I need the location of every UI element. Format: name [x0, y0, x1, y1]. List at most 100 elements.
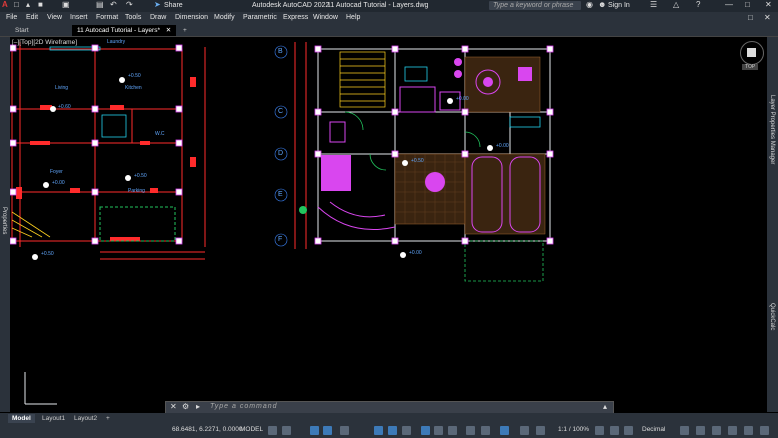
room-label-wc: W.C: [155, 131, 165, 137]
coordinates-readout[interactable]: 68.6481, 6.2271, 0.0000: [172, 426, 242, 433]
lineweight-icon[interactable]: [402, 426, 411, 435]
grid-label-d: D: [278, 150, 284, 157]
annotation-scale[interactable]: 1:1 / 100%: [558, 426, 589, 433]
level-text: +0.50: [411, 158, 424, 164]
new-file-icon[interactable]: □: [14, 0, 19, 10]
model-space-toggle[interactable]: MODEL: [240, 426, 263, 433]
object-snap-tracking-icon[interactable]: [374, 426, 383, 435]
annotation-visibility-icon[interactable]: [520, 426, 529, 435]
level-text: +0.00: [456, 96, 469, 102]
units-dropdown[interactable]: Decimal: [642, 426, 665, 433]
selection-filter-icon[interactable]: [481, 426, 490, 435]
restore-doc-icon[interactable]: □: [748, 13, 753, 23]
polar-icon[interactable]: [323, 426, 332, 435]
units-icon[interactable]: [624, 426, 633, 435]
title-bar: A □ ▴ ■ ▣ ▤ ↶ ↷ ➤ Share Autodesk AutoCAD…: [0, 0, 778, 12]
level-text: +0.50: [41, 251, 54, 257]
save-as-icon[interactable]: ▣: [62, 0, 70, 10]
menu-window[interactable]: Window: [313, 14, 338, 21]
viewport-controls-label[interactable]: [–][Top][2D Wireframe]: [12, 39, 77, 46]
redo-icon[interactable]: ↷: [126, 0, 133, 10]
tab-layout2[interactable]: Layout2: [70, 414, 101, 423]
gizmo-icon[interactable]: [500, 426, 509, 435]
lock-ui-icon[interactable]: [696, 426, 705, 435]
command-close-icon[interactable]: ✕: [170, 402, 177, 412]
left-palette-strip: Properties: [0, 37, 10, 412]
menu-help[interactable]: Help: [346, 14, 360, 21]
open-file-icon[interactable]: ▴: [26, 0, 30, 10]
quickcalc-tab[interactable]: QuickCalc: [769, 303, 775, 330]
viewcube-wcs-label[interactable]: TOP: [742, 64, 759, 70]
tab-add-layout[interactable]: +: [102, 414, 114, 423]
viewcube-face[interactable]: [747, 48, 756, 57]
snap-icon[interactable]: [282, 426, 291, 435]
grid-icon[interactable]: [268, 426, 277, 435]
tab-active-drawing[interactable]: 11 Autocad Tutorial - Layers* ✕: [72, 25, 176, 36]
level-text: +0.60: [58, 104, 71, 110]
level-text: +0.50: [128, 73, 141, 79]
close-doc-icon[interactable]: ✕: [764, 13, 771, 23]
isodraft-icon[interactable]: [340, 426, 349, 435]
auto-scale-icon[interactable]: [536, 426, 545, 435]
sign-in-button[interactable]: Sign In: [608, 2, 630, 9]
maximize-icon[interactable]: □: [745, 0, 750, 10]
selection-cycling-icon[interactable]: [434, 426, 443, 435]
search-input[interactable]: Type a keyword or phrase: [493, 2, 573, 9]
room-label-foyer: Foyer: [50, 169, 63, 175]
close-icon[interactable]: ✕: [765, 0, 772, 10]
save-icon[interactable]: ■: [38, 0, 43, 10]
command-history-icon[interactable]: ▴: [603, 402, 607, 412]
grid-label-f: F: [278, 236, 283, 243]
menu-view[interactable]: View: [47, 14, 62, 21]
menu-parametric[interactable]: Parametric: [243, 14, 277, 21]
undo-icon[interactable]: ↶: [110, 0, 117, 10]
search-box[interactable]: Type a keyword or phrase: [489, 1, 581, 10]
menu-tools[interactable]: Tools: [125, 14, 141, 21]
layer-properties-manager-tab[interactable]: Layer Properties Manager: [769, 95, 775, 164]
tab-model[interactable]: Model: [8, 414, 35, 423]
command-customize-icon[interactable]: ⚙: [182, 402, 189, 412]
menu-insert[interactable]: Insert: [70, 14, 88, 21]
graphics-performance-icon[interactable]: [728, 426, 737, 435]
room-label-parking: Parking: [128, 188, 145, 194]
menu-express[interactable]: Express: [283, 14, 308, 21]
clean-screen-icon[interactable]: [744, 426, 753, 435]
user-icon[interactable]: ☻: [598, 0, 606, 10]
drawing-canvas[interactable]: [–][Top][2D Wireframe] B C D E F Laundry…: [10, 37, 767, 412]
menu-draw[interactable]: Draw: [150, 14, 166, 21]
print-icon[interactable]: ▤: [96, 0, 104, 10]
command-input[interactable]: Type a command: [210, 403, 278, 410]
viewcube[interactable]: [740, 41, 764, 65]
menu-bar: File Edit View Insert Format Tools Draw …: [0, 12, 778, 24]
layout-tab-bar: [0, 413, 778, 424]
cart-icon[interactable]: ☰: [650, 0, 657, 10]
command-prompt-icon[interactable]: ▸: [196, 402, 200, 412]
3d-osnap-icon[interactable]: [448, 426, 457, 435]
binoculars-icon[interactable]: ◉: [586, 0, 593, 10]
menu-modify[interactable]: Modify: [214, 14, 235, 21]
help-icon[interactable]: ?: [696, 0, 700, 10]
quick-properties-icon[interactable]: [680, 426, 689, 435]
workspace-gear-icon[interactable]: [595, 426, 604, 435]
menu-format[interactable]: Format: [96, 14, 118, 21]
tab-layout1[interactable]: Layout1: [38, 414, 69, 423]
tab-start[interactable]: Start: [10, 25, 34, 36]
minimize-icon[interactable]: —: [725, 0, 733, 10]
tab-close-icon[interactable]: ✕: [166, 27, 171, 34]
object-snap-icon[interactable]: [388, 426, 397, 435]
annotation-monitor-icon[interactable]: [610, 426, 619, 435]
tab-add-button[interactable]: +: [178, 25, 192, 36]
autodesk-a360-icon[interactable]: △: [673, 0, 679, 10]
dynamic-ucs-icon[interactable]: [466, 426, 475, 435]
share-icon[interactable]: ➤: [154, 0, 161, 10]
transparency-icon[interactable]: [421, 426, 430, 435]
isolate-objects-icon[interactable]: [712, 426, 721, 435]
properties-palette-tab[interactable]: Properties: [1, 207, 7, 234]
autocad-logo-icon[interactable]: A: [2, 0, 8, 10]
customization-menu-icon[interactable]: [760, 426, 769, 435]
ortho-icon[interactable]: [310, 426, 319, 435]
menu-file[interactable]: File: [6, 14, 17, 21]
menu-edit[interactable]: Edit: [26, 14, 38, 21]
menu-dimension[interactable]: Dimension: [175, 14, 208, 21]
share-button[interactable]: Share: [164, 2, 183, 9]
